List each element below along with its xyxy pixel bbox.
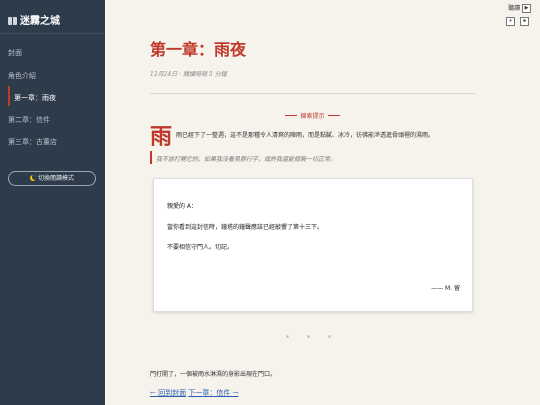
brand-divider: [0, 33, 105, 34]
clue-heading: 線索提示: [150, 111, 475, 120]
play-button[interactable]: ▶: [522, 4, 531, 13]
sidebar-item-chapter-1[interactable]: 第一章：雨夜: [14, 93, 56, 103]
letter-line-2: 不要相信守門人。切記。: [167, 244, 234, 251]
letter-greeting: 親愛的 A：: [167, 203, 198, 210]
section-divider: * * *: [286, 335, 339, 342]
active-indicator: [8, 86, 10, 106]
title-divider: [150, 93, 475, 94]
ornament-line-left: [285, 115, 298, 116]
audio-label: 聽讀: [508, 5, 521, 12]
moon-icon: [29, 175, 36, 181]
brand-title: 迷霧之城: [20, 16, 60, 27]
sidebar: 迷霧之城 封面 角色介紹 第一章：雨夜 第二章：信件 第三章：古董店 切換閱讀模…: [0, 0, 105, 405]
inner-monologue: 我不該打開它的，如果我沒看見那行字，或許我還能假裝一切正常。: [156, 156, 337, 163]
letter-signature: —— M. 留: [431, 285, 460, 292]
paragraph-2: 門打開了，一個被雨水淋濕的身影出現在門口。: [150, 371, 277, 378]
chapter-title: 第一章：雨夜: [150, 40, 247, 59]
book-icon: [8, 17, 17, 25]
chapter-navigation: ← 回到封面 下一章：信件 →: [150, 388, 238, 398]
sidebar-item-chapter-2[interactable]: 第二章：信件: [8, 115, 50, 125]
sidebar-item-chapter-3[interactable]: 第三章：古董店: [8, 137, 57, 147]
brand[interactable]: 迷霧之城: [8, 12, 60, 27]
theme-toggle-button[interactable]: 切換閱讀模式: [8, 171, 96, 186]
audio-controls: 聽讀 ▶: [508, 3, 531, 13]
ornament-line-right: [327, 115, 340, 116]
letter-card: 親愛的 A： 當你看到這封信時，鐘塔的鐘聲應該已經敲響了第十三下。 不要相信守門…: [153, 178, 473, 312]
clue-heading-label: 線索提示: [300, 113, 325, 120]
play-icon: ▶: [524, 5, 529, 11]
chapter-meta: 12月24日 · 閱讀時間 5 分鐘: [150, 71, 227, 78]
stop-button[interactable]: ⏹: [520, 17, 529, 26]
letter-line-1: 當你看到這封信時，鐘塔的鐘聲應該已經敲響了第十三下。: [167, 224, 324, 231]
theme-toggle-label: 切換閱讀模式: [37, 175, 74, 182]
quote-bar: [150, 151, 152, 164]
drop-cap: 雨: [150, 124, 173, 150]
paragraph-1: 雨已經下了一整週，這不是那種令人清爽的陣雨，而是黏膩、冰冷，彷彿能滲透進骨頭裡的…: [176, 132, 435, 139]
next-link[interactable]: 下一章：信件 →: [188, 389, 238, 397]
stop-icon: ⏹: [523, 18, 526, 24]
prev-link[interactable]: ← 回到封面: [150, 389, 186, 397]
sidebar-item-cover[interactable]: 封面: [8, 48, 22, 58]
pause-icon: ⏸: [509, 18, 512, 24]
sidebar-item-characters[interactable]: 角色介紹: [8, 71, 36, 81]
pause-button[interactable]: ⏸: [506, 17, 515, 26]
